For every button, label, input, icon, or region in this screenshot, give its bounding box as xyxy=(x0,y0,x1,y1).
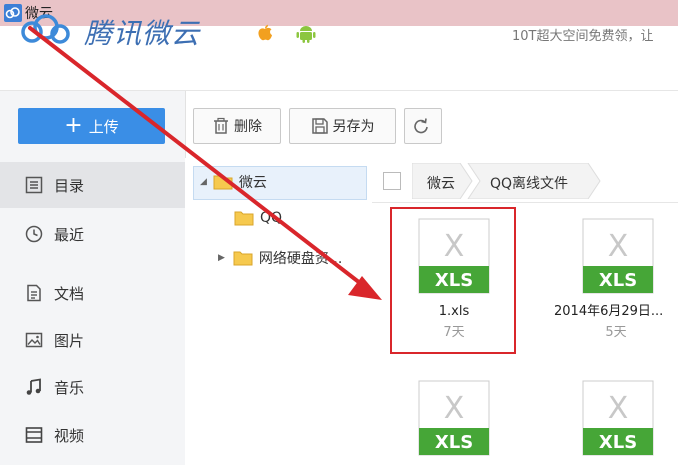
android-icon[interactable] xyxy=(295,22,317,44)
clock-icon xyxy=(25,225,43,243)
delete-label: 删除 xyxy=(234,119,262,135)
breadcrumb-item-current[interactable]: QQ离线文件 xyxy=(490,173,568,193)
save-icon xyxy=(311,118,328,134)
save-as-label: 另存为 xyxy=(332,119,375,135)
image-icon xyxy=(25,332,43,348)
refresh-icon xyxy=(414,118,428,134)
folder-icon xyxy=(213,175,233,190)
tree-item-qq[interactable]: QQ xyxy=(234,203,282,233)
brand-name: 腾讯微云 xyxy=(84,17,201,50)
sidebar-item-label: 目录 xyxy=(54,176,85,195)
sidebar-item-label: 文档 xyxy=(54,284,85,303)
xls-file-icon: X XLS xyxy=(582,218,654,294)
trash-icon xyxy=(214,117,228,134)
sidebar-item-label: 视频 xyxy=(54,426,85,445)
save-as-button[interactable]: 另存为 xyxy=(289,108,396,144)
sidebar-item-videos[interactable]: 视频 xyxy=(0,412,185,458)
svg-text:X: X xyxy=(444,391,465,426)
file-item[interactable]: X XLS 2014年6月29日... 5天 xyxy=(554,218,678,340)
tree-item-label: 微云 xyxy=(238,175,267,191)
upload-button[interactable]: + 上传 xyxy=(18,108,165,144)
tree-item-network-disk[interactable]: ▶ 网络硬盘资... xyxy=(218,243,342,273)
svg-text:X: X xyxy=(608,391,629,426)
expand-down-icon: ◢ xyxy=(200,177,207,187)
tree-item-label: QQ xyxy=(260,210,283,226)
sidebar-item-images[interactable]: 图片 xyxy=(0,317,185,363)
sidebar-item-music[interactable]: 音乐 xyxy=(0,364,185,410)
file-item[interactable]: X XLS xyxy=(400,380,508,460)
document-icon xyxy=(27,284,41,302)
promo-text[interactable]: 10T超大空间免费领，让 xyxy=(512,25,653,44)
list-icon xyxy=(25,176,43,194)
xls-file-icon: X XLS xyxy=(418,380,490,456)
select-all-checkbox[interactable] xyxy=(383,172,401,190)
music-icon xyxy=(26,378,41,395)
highlight-box xyxy=(390,207,516,354)
sidebar-item-recent[interactable]: 最近 xyxy=(0,211,185,257)
weiyun-logo-icon xyxy=(21,14,70,44)
file-name: 2014年6月29日... xyxy=(554,304,664,319)
file-item[interactable]: X XLS xyxy=(560,380,678,456)
upload-label: 上传 xyxy=(88,117,119,136)
delete-button[interactable]: 删除 xyxy=(193,108,281,144)
sidebar-item-label: 图片 xyxy=(54,331,85,350)
folder-icon xyxy=(234,211,254,226)
apple-icon[interactable] xyxy=(255,23,275,43)
video-icon xyxy=(25,427,43,443)
tree-item-label: 网络硬盘资... xyxy=(258,251,343,267)
sidebar-item-label: 最近 xyxy=(54,225,85,244)
refresh-button[interactable] xyxy=(404,108,442,144)
expand-right-icon: ▶ xyxy=(218,253,225,263)
svg-text:X: X xyxy=(608,229,629,264)
plus-icon: + xyxy=(64,113,83,138)
xls-file-icon: X XLS xyxy=(582,380,654,456)
breadcrumb-item-root[interactable]: 微云 xyxy=(427,173,455,193)
tree-item-root[interactable]: ◢ 微云 xyxy=(200,167,267,197)
xls-badge: XLS xyxy=(435,432,473,453)
sidebar-item-documents[interactable]: 文档 xyxy=(0,270,185,316)
sidebar-item-directory[interactable]: 目录 xyxy=(0,162,185,208)
xls-badge: XLS xyxy=(599,432,637,453)
folder-icon xyxy=(233,251,253,266)
sidebar-item-label: 音乐 xyxy=(54,378,85,397)
xls-badge: XLS xyxy=(599,270,637,291)
file-age: 5天 xyxy=(605,325,627,340)
